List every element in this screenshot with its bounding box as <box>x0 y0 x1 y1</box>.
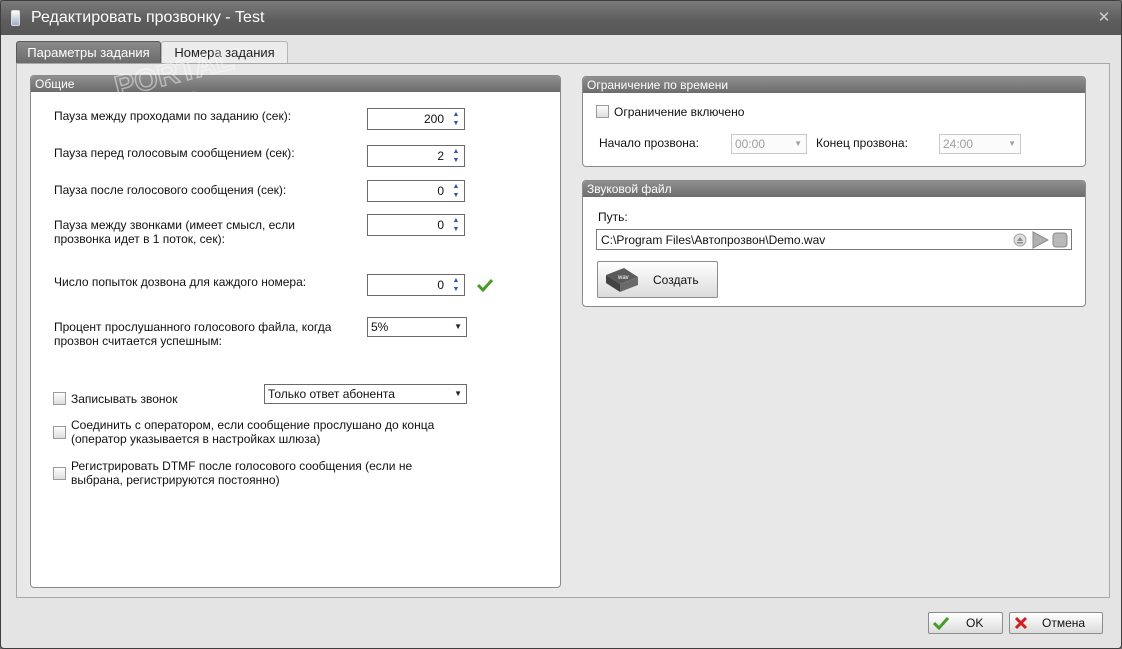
record-call-checkbox[interactable] <box>53 392 66 405</box>
path-field[interactable]: C:\Program Files\Автопрозвон\Demo.wav <box>596 229 1072 250</box>
spin-arrows-icon[interactable]: ▲ ▼ <box>450 216 462 234</box>
tab-page: Общие Пауза между проходами по заданию (… <box>16 63 1110 598</box>
dialog-window: Редактировать прозвонку - Test ✕ Парамет… <box>0 0 1122 649</box>
time-limit-enabled-label[interactable]: Ограничение включено <box>614 105 744 119</box>
wav-icon-text: wav <box>617 275 629 281</box>
call-end-select[interactable]: 24:00 ▼ <box>939 134 1021 154</box>
sound-file-group: Звуковой файл Путь: C:\Program Files\Авт… <box>582 180 1086 307</box>
spin-arrows-icon[interactable]: ▲ ▼ <box>450 110 462 128</box>
spin-arrows-icon[interactable]: ▲ ▼ <box>450 276 462 294</box>
chevron-down-icon: ▼ <box>794 139 802 148</box>
pause-passes-label: Пауза между проходами по заданию (сек): <box>54 109 292 123</box>
spin-arrows-icon[interactable]: ▲ ▼ <box>450 147 462 165</box>
eject-icon[interactable] <box>1013 233 1027 247</box>
play-icon[interactable] <box>1031 231 1049 249</box>
percent-label-line1: Процент прослушанного голосового файла, … <box>54 320 332 334</box>
call-start-label: Начало прозвона: <box>599 136 699 150</box>
create-button-label: Создать <box>653 273 699 287</box>
attempts-value: 0 <box>437 278 444 292</box>
pause-passes-value: 200 <box>423 112 444 126</box>
call-start-value: 00:00 <box>735 137 766 151</box>
close-icon[interactable]: ✕ <box>1097 10 1111 25</box>
call-end-value: 24:00 <box>943 137 974 151</box>
tab-task-numbers[interactable]: Номера задания <box>161 41 288 64</box>
time-limit-checkbox[interactable] <box>596 105 609 118</box>
pause-calls-spinbox[interactable]: 0 ▲ ▼ <box>367 214 465 236</box>
app-icon <box>11 10 20 26</box>
ok-button[interactable]: OK <box>928 612 1003 634</box>
call-start-select[interactable]: 00:00 ▼ <box>731 134 807 154</box>
cross-icon <box>1014 616 1028 630</box>
sound-file-group-header: Звуковой файл <box>583 181 1085 197</box>
create-button[interactable]: wav Создать <box>597 261 718 298</box>
pause-after-value: 0 <box>437 184 444 198</box>
pause-before-label: Пауза перед голосовым сообщением (сек): <box>54 146 295 160</box>
spin-arrows-icon[interactable]: ▲ ▼ <box>450 182 462 200</box>
pause-before-value: 2 <box>437 149 444 163</box>
percent-select[interactable]: 5% ▼ <box>367 317 467 337</box>
pause-calls-label-line1: Пауза между звонками (имеет смысл, если <box>54 218 295 232</box>
pause-before-spinbox[interactable]: 2 ▲ ▼ <box>367 145 465 167</box>
pause-calls-value: 0 <box>437 218 444 232</box>
pause-calls-label-line2: прозвонка идет в 1 поток, сек): <box>54 232 225 246</box>
register-dtmf-label-line2[interactable]: выбрана, регистрируются постоянно) <box>71 473 280 487</box>
pause-after-spinbox[interactable]: 0 ▲ ▼ <box>367 180 465 202</box>
wav-file-icon: wav <box>606 268 638 292</box>
cancel-button-label: Отмена <box>1042 616 1086 630</box>
record-mode-value: Только ответ абонента <box>268 387 395 401</box>
connect-operator-label-line2[interactable]: (оператор указывается в настройках шлюза… <box>71 432 320 446</box>
pause-passes-spinbox[interactable]: 200 ▲ ▼ <box>367 108 465 130</box>
time-limit-group-header: Ограничение по времени <box>583 77 1085 93</box>
connect-operator-checkbox[interactable] <box>53 426 66 439</box>
window-title: Редактировать прозвонку - Test <box>31 9 265 26</box>
time-limit-group: Ограничение по времени Ограничение включ… <box>582 76 1086 167</box>
cancel-button[interactable]: Отмена <box>1009 612 1103 634</box>
chevron-down-icon: ▼ <box>454 322 462 331</box>
attempts-label: Число попыток дозвона для каждого номера… <box>54 275 307 289</box>
chevron-down-icon: ▼ <box>1008 139 1016 148</box>
general-group-header: Общие <box>31 76 560 92</box>
record-mode-select[interactable]: Только ответ абонента ▼ <box>264 384 467 404</box>
register-dtmf-label-line1[interactable]: Регистрировать DTMF после голосового соо… <box>71 459 412 473</box>
chevron-down-icon: ▼ <box>454 389 462 398</box>
stop-icon[interactable] <box>1052 232 1068 248</box>
percent-label-line2: прозвон считается успешным: <box>54 334 222 348</box>
connect-operator-label-line1[interactable]: Соединить с оператором, если сообщение п… <box>71 418 434 432</box>
call-end-label: Конец прозвона: <box>816 136 908 150</box>
register-dtmf-checkbox[interactable] <box>53 467 66 480</box>
record-call-label[interactable]: Записывать звонок <box>71 392 177 406</box>
percent-value: 5% <box>371 320 389 334</box>
attempts-spinbox[interactable]: 0 ▲ ▼ <box>367 274 465 296</box>
check-icon <box>933 616 949 630</box>
tab-task-parameters[interactable]: Параметры задания <box>16 41 161 64</box>
checkmark-icon <box>477 278 493 292</box>
title-bar: Редактировать прозвонку - Test ✕ <box>1 1 1121 35</box>
ok-button-label: OK <box>966 616 984 630</box>
path-value: C:\Program Files\Автопрозвон\Demo.wav <box>601 233 826 247</box>
pause-after-label: Пауза после голосового сообщения (сек): <box>54 183 287 197</box>
path-label: Путь: <box>598 210 628 224</box>
general-group: Общие Пауза между проходами по заданию (… <box>30 75 561 588</box>
